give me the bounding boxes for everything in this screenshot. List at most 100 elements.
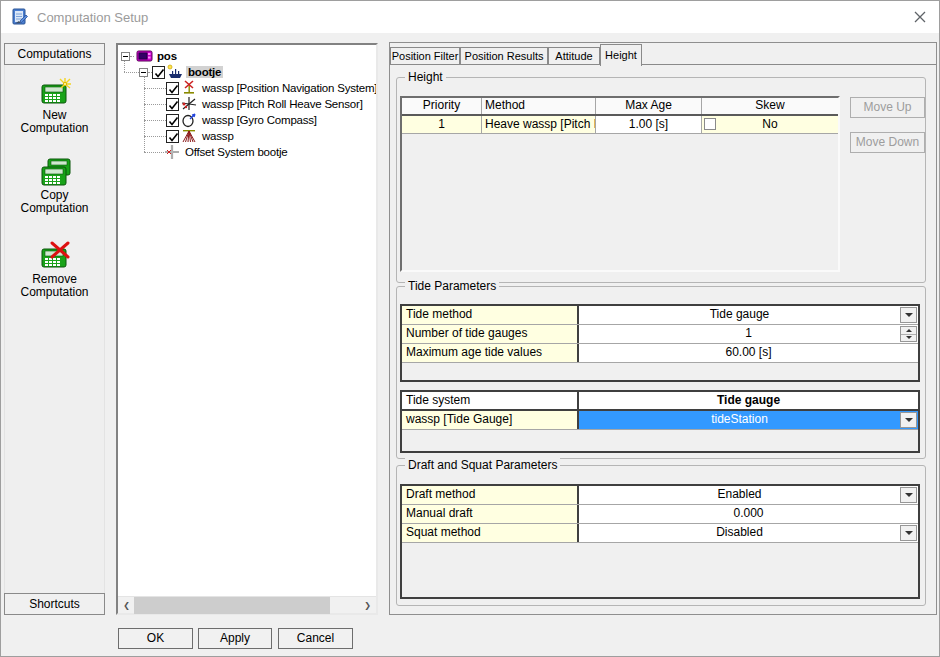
collapse-icon[interactable] (121, 52, 130, 61)
new-computation-label-2: Computation (5, 122, 104, 135)
height-group: Height Priority Method Max Age Skew 1 He… (396, 77, 926, 283)
scrollbar-thumb[interactable] (134, 597, 330, 614)
dialog-body: Computations (1, 33, 939, 656)
wassp-pitchroll-checkbox[interactable] (166, 98, 179, 111)
copy-computation-label-2: Computation (5, 202, 104, 215)
tree-label-pos[interactable]: pos (155, 50, 179, 62)
tide-method-dropdown-icon[interactable] (900, 307, 917, 323)
manual-draft-label: Manual draft (402, 505, 579, 523)
tree-node-wassp-pitchroll[interactable]: wassp [Pitch Roll Heave Sensor] (118, 96, 376, 112)
tide-system-table: Tide system Tide gauge wassp [Tide Gauge… (400, 390, 920, 453)
draft-squat-group: Draft and Squat Parameters Draft method … (396, 465, 926, 606)
computations-bar-button[interactable]: Computations (4, 43, 105, 65)
remove-computation-button[interactable]: Remove Computation (5, 241, 104, 299)
tree-connector (144, 104, 166, 105)
tree-node-wassp-multibeam[interactable]: wassp (118, 128, 376, 144)
wassp-posnav-checkbox[interactable] (166, 82, 179, 95)
draft-method-dropdown-icon[interactable] (900, 487, 917, 503)
window-title: Computation Setup (37, 10, 148, 25)
move-up-button[interactable]: Move Up (850, 97, 925, 118)
tree-node-pos[interactable]: pos (118, 48, 376, 64)
tree-node-wassp-gyro[interactable]: wassp [Gyro Compass] (118, 112, 376, 128)
offset-system-icon (164, 144, 181, 160)
tree-label-wassp-gyro[interactable]: wassp [Gyro Compass] (200, 114, 319, 126)
tree-connector (130, 56, 134, 57)
cell-max-age[interactable]: 1.00 [s] (596, 116, 702, 133)
tree-label-offset-system[interactable]: Offset System bootje (183, 146, 290, 158)
tree-label-wassp-posnav[interactable]: wassp [Position Navigation System] (200, 82, 376, 94)
cell-method[interactable]: Heave wassp [Pitch R (482, 116, 596, 133)
tide-system-header-value: Tide gauge (579, 392, 918, 409)
collapse-icon[interactable] (139, 68, 148, 77)
close-icon[interactable] (912, 9, 928, 25)
squat-method-dropdown-icon[interactable] (900, 525, 917, 541)
squat-method-value[interactable]: Disabled (579, 524, 918, 542)
scroll-right-icon[interactable]: ❯ (359, 597, 376, 614)
tree-connector (144, 88, 166, 89)
col-max-age: Max Age (596, 98, 702, 114)
tide-gauges-value[interactable]: 1 (579, 325, 918, 343)
tide-parameters-group: Tide Parameters Tide method Tide gauge N… (396, 286, 926, 459)
move-down-button[interactable]: Move Down (850, 132, 925, 153)
bootje-checkbox[interactable] (152, 66, 165, 79)
col-skew: Skew (702, 98, 838, 114)
tree-node-wassp-posnav[interactable]: wassp [Position Navigation System] (118, 80, 376, 96)
tab-position-filter[interactable]: Position Filter (390, 47, 460, 64)
tide-gauge-dropdown-icon[interactable] (900, 412, 917, 428)
draft-method-value[interactable]: Enabled (579, 486, 918, 504)
height-table-row[interactable]: 1 Heave wassp [Pitch R 1.00 [s] No (402, 116, 838, 134)
tide-method-value[interactable]: Tide gauge (579, 306, 918, 324)
tide-gauges-label: Number of tide gauges (402, 325, 579, 343)
draft-squat-label: Draft and Squat Parameters (405, 458, 560, 472)
height-table-header: Priority Method Max Age Skew (402, 98, 838, 116)
ok-button[interactable]: OK (118, 628, 193, 649)
tree-label-bootje[interactable]: bootje (186, 66, 223, 78)
tab-strip: Position Filter Position Results Attitud… (390, 43, 936, 64)
multibeam-icon (181, 128, 198, 144)
copy-computation-button[interactable]: Copy Computation (5, 157, 104, 215)
tree-connector (124, 72, 139, 73)
tide-method-label: Tide method (402, 306, 579, 324)
tree-connector (144, 120, 166, 121)
draft-method-label: Draft method (402, 486, 579, 504)
wassp-multibeam-checkbox[interactable] (166, 130, 179, 143)
tide-parameters-label: Tide Parameters (405, 279, 499, 293)
wassp-gyro-checkbox[interactable] (166, 114, 179, 127)
tree-label-wassp-multibeam[interactable]: wassp (200, 130, 236, 142)
manual-draft-value[interactable]: 0.000 (579, 505, 918, 523)
pitch-roll-heave-icon (181, 96, 198, 112)
vessel-icon (167, 64, 184, 80)
tide-gauge-value[interactable]: tideStation (579, 411, 918, 429)
tab-position-results[interactable]: Position Results (460, 47, 548, 64)
skew-checkbox[interactable] (704, 118, 716, 130)
remove-computation-label-2: Computation (5, 286, 104, 299)
tide-gauges-spinner[interactable] (900, 326, 917, 342)
tree-connector (144, 152, 164, 153)
tree-label-wassp-pitchroll[interactable]: wassp [Pitch Roll Heave Sensor] (200, 98, 365, 110)
tree-node-offset-system[interactable]: Offset System bootje (118, 144, 376, 160)
col-method: Method (482, 98, 596, 114)
cancel-button[interactable]: Cancel (278, 628, 353, 649)
tree-horizontal-scrollbar[interactable]: ❮ ❯ (118, 596, 376, 613)
position-nav-system-icon (181, 80, 198, 96)
skew-value: No (762, 117, 777, 131)
tide-max-age-value[interactable]: 60.00 [s] (579, 344, 918, 362)
remove-computation-icon (38, 241, 72, 271)
app-icon (11, 8, 29, 26)
tide-gauge-row: wassp [Tide Gauge] tideStation (402, 411, 918, 430)
tree-node-bootje[interactable]: bootje (118, 64, 376, 80)
sidebar-content: New Computation C (4, 65, 105, 593)
new-computation-button[interactable]: New Computation (5, 77, 104, 135)
tab-attitude[interactable]: Attitude (548, 47, 600, 64)
cell-skew[interactable]: No (702, 116, 838, 133)
tide-max-age-row: Maximum age tide values 60.00 [s] (402, 344, 918, 363)
tab-height[interactable]: Height (600, 44, 642, 66)
shortcuts-bar-button[interactable]: Shortcuts (4, 593, 105, 615)
draft-squat-table: Draft method Enabled Manual draft 0.000 … (400, 484, 920, 599)
tide-system-header-label: Tide system (402, 392, 579, 409)
scroll-left-icon[interactable]: ❮ (118, 597, 135, 614)
computation-icon (136, 48, 153, 64)
apply-button[interactable]: Apply (198, 628, 272, 649)
cell-priority: 1 (402, 116, 482, 133)
tide-gauges-row: Number of tide gauges 1 (402, 325, 918, 344)
